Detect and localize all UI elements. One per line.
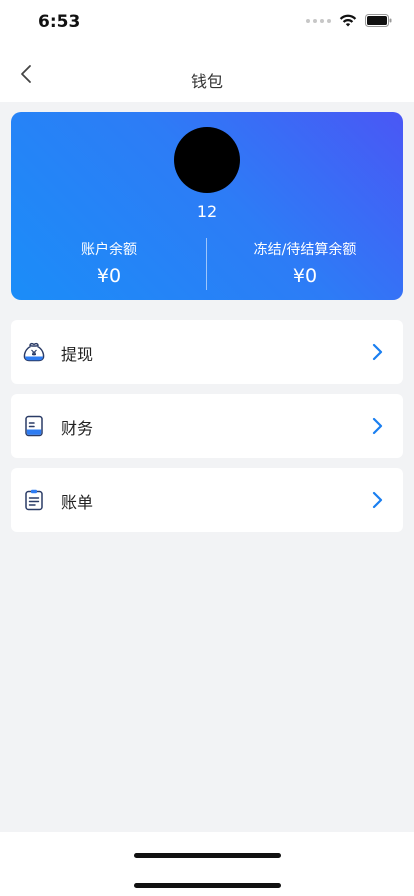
page-title: 钱包 [190, 72, 223, 91]
menu-item-finance[interactable]: 财务 [11, 394, 403, 458]
frozen-balance-label: 冻结/待结算余额 [253, 242, 357, 258]
status-time: 6:53 [38, 12, 81, 32]
menu-item-label: 财务 [61, 419, 94, 438]
money-bag-icon [23, 342, 45, 362]
finance-document-icon [25, 415, 43, 437]
wallet-card: 12 账户余额 ¥0 冻结/待结算余额 ¥0 [11, 112, 403, 300]
menu-item-label: 提现 [61, 345, 94, 364]
avatar[interactable] [174, 127, 240, 193]
clipboard-bill-icon [25, 489, 43, 511]
frozen-balance-value: ¥0 [292, 265, 318, 287]
chevron-right-icon [372, 343, 383, 361]
home-indicator-area [0, 832, 414, 896]
wifi-icon [339, 14, 357, 27]
status-bar: 6:53 [0, 0, 414, 46]
account-balance-value: ¥0 [96, 265, 122, 287]
user-id: 12 [196, 202, 218, 221]
status-icons [306, 14, 392, 27]
battery-icon [365, 14, 392, 27]
signal-dots-icon [306, 18, 331, 23]
menu-item-label: 账单 [61, 493, 94, 512]
home-indicator[interactable] [134, 853, 281, 858]
account-balance-label: 账户余额 [81, 242, 137, 258]
chevron-right-icon [372, 491, 383, 509]
menu-item-bills[interactable]: 账单 [11, 468, 403, 532]
menu-item-withdraw[interactable]: 提现 [11, 320, 403, 384]
chevron-right-icon [372, 417, 383, 435]
home-indicator-bar [134, 883, 281, 888]
navbar: 钱包 [0, 46, 414, 102]
